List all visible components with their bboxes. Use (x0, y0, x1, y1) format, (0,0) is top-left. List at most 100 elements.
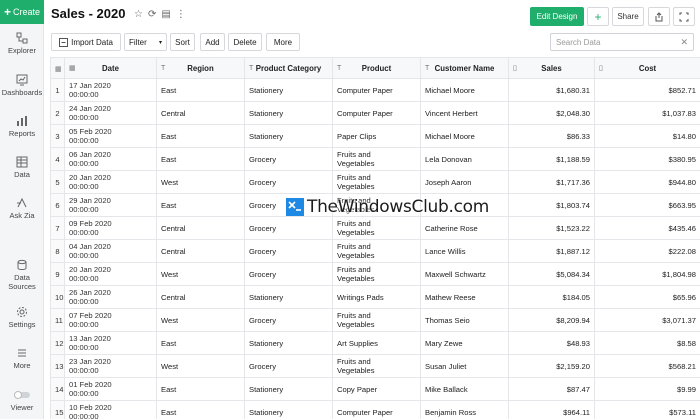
add-row-button[interactable]: Add (200, 33, 225, 51)
date-cell[interactable]: 07 Feb 2020 00:00:00 (64, 308, 157, 332)
table-row[interactable]: 15 10 Feb 2020 00:00:00 East Stationery Compu… (50, 400, 700, 419)
product-cell[interactable]: Art Supplies (332, 331, 421, 355)
cost-cell[interactable]: $222.08 (594, 239, 700, 263)
sales-cell[interactable]: $8,209.94 (508, 308, 595, 332)
row-number-cell[interactable]: 2 (50, 101, 65, 125)
sales-cell[interactable]: $86.33 (508, 124, 595, 148)
region-cell[interactable]: East (156, 78, 245, 102)
cost-cell[interactable]: $663.95 (594, 193, 700, 217)
product-cell[interactable]: Fruits and Vegetables (332, 193, 421, 217)
customer-cell[interactable]: Michael Moore (420, 78, 509, 102)
save-icon[interactable]: ▤ (161, 9, 170, 20)
date-cell[interactable]: 23 Jan 2020 00:00:00 (64, 354, 157, 378)
row-number-cell[interactable]: 12 (50, 331, 65, 355)
table-row[interactable]: 6 29 Jan 2020 00:00:00 East Grocery Fruits an… (50, 193, 700, 217)
table-row[interactable]: 5 20 Jan 2020 00:00:00 West Grocery Fruits an… (50, 170, 700, 194)
row-number-cell[interactable]: 1 (50, 78, 65, 102)
sidebar-item-data[interactable]: Data (0, 156, 44, 179)
row-number-cell[interactable]: 13 (50, 354, 65, 378)
import-data-button[interactable]: Import Data (51, 33, 121, 51)
date-cell[interactable]: 10 Feb 2020 00:00:00 (64, 400, 157, 419)
sidebar-item-viewer[interactable]: Viewer (0, 389, 44, 412)
region-cell[interactable]: East (156, 331, 245, 355)
category-cell[interactable]: Grocery (244, 170, 333, 194)
edit-design-button[interactable]: Edit Design (530, 7, 584, 26)
customer-cell[interactable]: Mary Zewe (420, 331, 509, 355)
table-row[interactable]: 8 04 Jan 2020 00:00:00 Central Grocery Fruits… (50, 239, 700, 263)
product-cell[interactable]: Copy Paper (332, 377, 421, 401)
fullscreen-button[interactable] (673, 7, 695, 26)
customer-cell[interactable]: Mathew Reese (420, 285, 509, 309)
date-cell[interactable]: 29 Jan 2020 00:00:00 (64, 193, 157, 217)
row-number-cell[interactable]: 14 (50, 377, 65, 401)
row-number-cell[interactable]: 6 (50, 193, 65, 217)
close-icon[interactable]: ✕ (680, 37, 688, 48)
region-cell[interactable]: Central (156, 216, 245, 240)
refresh-icon[interactable]: ⟳ (148, 9, 156, 20)
customer-cell[interactable]: Mike Ballack (420, 377, 509, 401)
column-header-cost[interactable]: ▯ Cost (594, 57, 700, 79)
export-button[interactable] (648, 7, 670, 26)
share-button[interactable]: Share (612, 7, 644, 26)
table-row[interactable]: 2 24 Jan 2020 00:00:00 Central Stationery Com… (50, 101, 700, 125)
category-cell[interactable]: Stationery (244, 400, 333, 419)
cost-cell[interactable]: $573.11 (594, 400, 700, 419)
sidebar-item-settings[interactable]: Settings (0, 306, 44, 329)
sales-cell[interactable]: $964.11 (508, 400, 595, 419)
sales-cell[interactable]: $48.93 (508, 331, 595, 355)
category-cell[interactable]: Stationery (244, 285, 333, 309)
row-number-cell[interactable]: 5 (50, 170, 65, 194)
customer-cell[interactable]: Susan Juliet (420, 354, 509, 378)
product-cell[interactable]: Fruits and Vegetables (332, 354, 421, 378)
date-cell[interactable]: 20 Jan 2020 00:00:00 (64, 170, 157, 194)
add-button[interactable]: + (587, 7, 609, 26)
row-number-cell[interactable]: 10 (50, 285, 65, 309)
date-cell[interactable]: 05 Feb 2020 00:00:00 (64, 124, 157, 148)
cost-cell[interactable]: $14.80 (594, 124, 700, 148)
sales-cell[interactable]: $87.47 (508, 377, 595, 401)
cost-cell[interactable]: $3,071.37 (594, 308, 700, 332)
row-number-cell[interactable]: 7 (50, 216, 65, 240)
cost-cell[interactable]: $1,037.83 (594, 101, 700, 125)
product-cell[interactable]: Fruits and Vegetables (332, 262, 421, 286)
table-row[interactable]: 3 05 Feb 2020 00:00:00 East Stationery Paper … (50, 124, 700, 148)
customer-cell[interactable]: Maxwell Schwartz (420, 262, 509, 286)
region-cell[interactable]: Central (156, 101, 245, 125)
product-cell[interactable]: Fruits and Vegetables (332, 170, 421, 194)
category-cell[interactable]: Grocery (244, 262, 333, 286)
column-header-product[interactable]: T Product (332, 57, 421, 79)
date-cell[interactable]: 17 Jan 2020 00:00:00 (64, 78, 157, 102)
region-cell[interactable]: East (156, 400, 245, 419)
column-header-category[interactable]: T Product Category (244, 57, 333, 79)
sales-cell[interactable]: $2,159.20 (508, 354, 595, 378)
product-cell[interactable]: Computer Paper (332, 400, 421, 419)
cost-cell[interactable]: $852.71 (594, 78, 700, 102)
cost-cell[interactable]: $435.46 (594, 216, 700, 240)
sidebar-item-ask-zia[interactable]: Ask Zia (0, 197, 44, 220)
table-row[interactable]: 7 09 Feb 2020 00:00:00 Central Grocery Fruits… (50, 216, 700, 240)
column-header-region[interactable]: T Region (156, 57, 245, 79)
date-cell[interactable]: 26 Jan 2020 00:00:00 (64, 285, 157, 309)
customer-cell[interactable]: Michael Moore (420, 124, 509, 148)
product-cell[interactable]: Fruits and Vegetables (332, 147, 421, 171)
customer-cell[interactable]: Catherine Rose (420, 216, 509, 240)
delete-button[interactable]: Delete (228, 33, 262, 51)
table-row[interactable]: 13 23 Jan 2020 00:00:00 West Grocery Fruits a… (50, 354, 700, 378)
customer-cell[interactable]: Benjamin Ross (420, 400, 509, 419)
category-cell[interactable]: Stationery (244, 331, 333, 355)
product-cell[interactable]: Computer Paper (332, 78, 421, 102)
cost-cell[interactable]: $9.99 (594, 377, 700, 401)
sales-cell[interactable]: $2,048.30 (508, 101, 595, 125)
category-cell[interactable]: Grocery (244, 308, 333, 332)
sales-cell[interactable]: $1,887.12 (508, 239, 595, 263)
region-cell[interactable]: East (156, 124, 245, 148)
category-cell[interactable]: Grocery (244, 354, 333, 378)
product-cell[interactable]: Computer Paper (332, 101, 421, 125)
region-cell[interactable]: West (156, 262, 245, 286)
column-header-sales[interactable]: ▯ Sales (508, 57, 595, 79)
category-cell[interactable]: Stationery (244, 124, 333, 148)
sales-cell[interactable]: $1,523.22 (508, 216, 595, 240)
customer-cell[interactable]: Thomas Seio (420, 308, 509, 332)
table-row[interactable]: 10 26 Jan 2020 00:00:00 Central Stationery Wr… (50, 285, 700, 309)
category-cell[interactable]: Stationery (244, 377, 333, 401)
